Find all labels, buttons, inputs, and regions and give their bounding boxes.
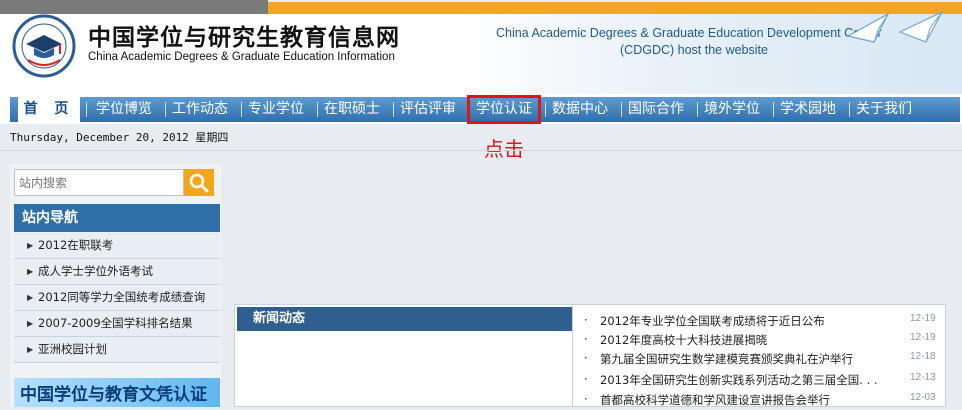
sidebar-item-label: 成人学士学位外语考试 bbox=[38, 264, 153, 278]
nav-separator bbox=[165, 102, 166, 117]
news-item[interactable]: · 2012年度高校十大科技进展揭晓 12-19 bbox=[584, 332, 944, 350]
caret-right-icon: ▶ bbox=[27, 345, 34, 354]
sidebar-item[interactable]: ▶ 2012在职联考 bbox=[14, 233, 220, 259]
news-item-title[interactable]: 2013年全国研究生创新实践系列活动之第三届全国. . . bbox=[600, 372, 878, 388]
caret-right-icon: ▶ bbox=[27, 267, 34, 276]
nav-item-zaizhi-shuoshi[interactable]: 在职硕士 bbox=[324, 97, 380, 122]
bullet-icon: · bbox=[584, 372, 588, 386]
news-item-date: 12-19 bbox=[910, 332, 936, 343]
nav-separator bbox=[545, 102, 546, 117]
click-highlight-box bbox=[467, 95, 541, 124]
bullet-icon: · bbox=[584, 351, 588, 365]
caret-right-icon: ▶ bbox=[27, 293, 34, 302]
news-item[interactable]: · 2012年专业学位全国联考成绩将于近日公布 12-19 bbox=[584, 313, 944, 331]
caret-right-icon: ▶ bbox=[27, 319, 34, 328]
nav-separator bbox=[393, 102, 394, 117]
site-title-cn: 中国学位与研究生教育信息网 bbox=[88, 25, 400, 51]
news-item-title[interactable]: 第九届全国研究生数学建模竞赛颁奖典礼在沪举行 bbox=[600, 351, 853, 367]
news-item-title[interactable]: 首都高校科学道德和学风建设宣讲报告会举行 bbox=[600, 392, 830, 408]
nav-separator bbox=[773, 102, 774, 117]
nav-item-jingwai-xuewei[interactable]: 境外学位 bbox=[704, 97, 760, 122]
search-button[interactable] bbox=[184, 169, 214, 196]
news-item[interactable]: · 首都高校科学道德和学风建设宣讲报告会举行 12-03 bbox=[584, 392, 944, 410]
sidebar-item-label: 2012同等学力全国统考成绩查询 bbox=[38, 290, 206, 304]
nav-item-zhuanye-xuewei[interactable]: 专业学位 bbox=[248, 97, 304, 122]
host-line-2: (CDGDC) host the website bbox=[620, 43, 768, 57]
search-icon bbox=[189, 173, 209, 193]
paper-planes-icon bbox=[846, 10, 944, 43]
university-seal-logo-icon[interactable] bbox=[12, 14, 76, 78]
sidebar-nav-title: 站内导航 bbox=[14, 204, 220, 232]
bullet-icon: · bbox=[584, 332, 588, 346]
nav-separator bbox=[697, 102, 698, 117]
news-item-title[interactable]: 2012年专业学位全国联考成绩将于近日公布 bbox=[600, 313, 825, 329]
nav-item-xueshu-yuandi[interactable]: 学术园地 bbox=[780, 97, 836, 122]
nav-separator bbox=[849, 102, 850, 117]
click-annotation-label: 点击 bbox=[484, 137, 524, 161]
news-item-title[interactable]: 2012年度高校十大科技进展揭晓 bbox=[600, 332, 767, 348]
certification-banner[interactable]: 中国学位与教育文凭认证 bbox=[14, 378, 220, 407]
news-item-date: 12-13 bbox=[910, 372, 936, 383]
sidebar-item[interactable]: ▶ 成人学士学位外语考试 bbox=[14, 259, 220, 285]
nav-item-guanyu-women[interactable]: 关于我们 bbox=[856, 97, 912, 122]
top-color-bar bbox=[0, 0, 962, 14]
nav-item-shuju-zhongxin[interactable]: 数据中心 bbox=[552, 97, 608, 122]
bullet-icon: · bbox=[584, 313, 588, 327]
sidebar-item[interactable]: ▶ 2012同等学力全国统考成绩查询 bbox=[14, 285, 220, 311]
news-section-title: 新闻动态 bbox=[237, 307, 573, 331]
nav-separator bbox=[241, 102, 242, 117]
bullet-icon: · bbox=[584, 392, 588, 406]
caret-right-icon: ▶ bbox=[27, 241, 34, 250]
nav-item-xuewei-bolan[interactable]: 学位博览 bbox=[96, 97, 152, 122]
nav-separator bbox=[317, 102, 318, 117]
site-search-input[interactable] bbox=[14, 169, 184, 196]
news-item[interactable]: · 第九届全国研究生数学建模竞赛颁奖典礼在沪举行 12-18 bbox=[584, 351, 944, 369]
nav-separator bbox=[621, 102, 622, 117]
news-item[interactable]: · 2013年全国研究生创新实践系列活动之第三届全国. . . 12-13 bbox=[584, 372, 944, 390]
nav-item-pinggu-pingshen[interactable]: 评估评审 bbox=[400, 97, 456, 122]
current-date: Thursday, December 20, 2012 星期四 bbox=[10, 131, 229, 144]
top-bar-gray bbox=[0, 0, 268, 14]
nav-item-gongzuo-dongtai[interactable]: 工作动态 bbox=[172, 97, 228, 122]
host-line-1: China Academic Degrees & Graduate Educat… bbox=[496, 26, 882, 40]
sidebar-item-label: 2012在职联考 bbox=[38, 238, 114, 252]
news-item-date: 12-03 bbox=[910, 392, 936, 403]
nav-separator bbox=[86, 102, 87, 117]
sidebar-item-label: 亚洲校园计划 bbox=[38, 342, 107, 356]
news-item-date: 12-19 bbox=[910, 313, 936, 324]
header-divider bbox=[0, 150, 962, 151]
site-title-en: China Academic Degrees & Graduate Educat… bbox=[88, 51, 395, 63]
sidebar-item[interactable]: ▶ 亚洲校园计划 bbox=[14, 337, 220, 363]
nav-home-tab[interactable]: 首 页 bbox=[18, 97, 80, 122]
sidebar-item[interactable]: ▶ 2007-2009全国学科排名结果 bbox=[14, 311, 220, 337]
news-divider bbox=[572, 305, 573, 407]
nav-item-guoji-hezuo[interactable]: 国际合作 bbox=[628, 97, 684, 122]
news-item-date: 12-18 bbox=[910, 351, 936, 362]
sidebar-item-label: 2007-2009全国学科排名结果 bbox=[38, 316, 193, 330]
